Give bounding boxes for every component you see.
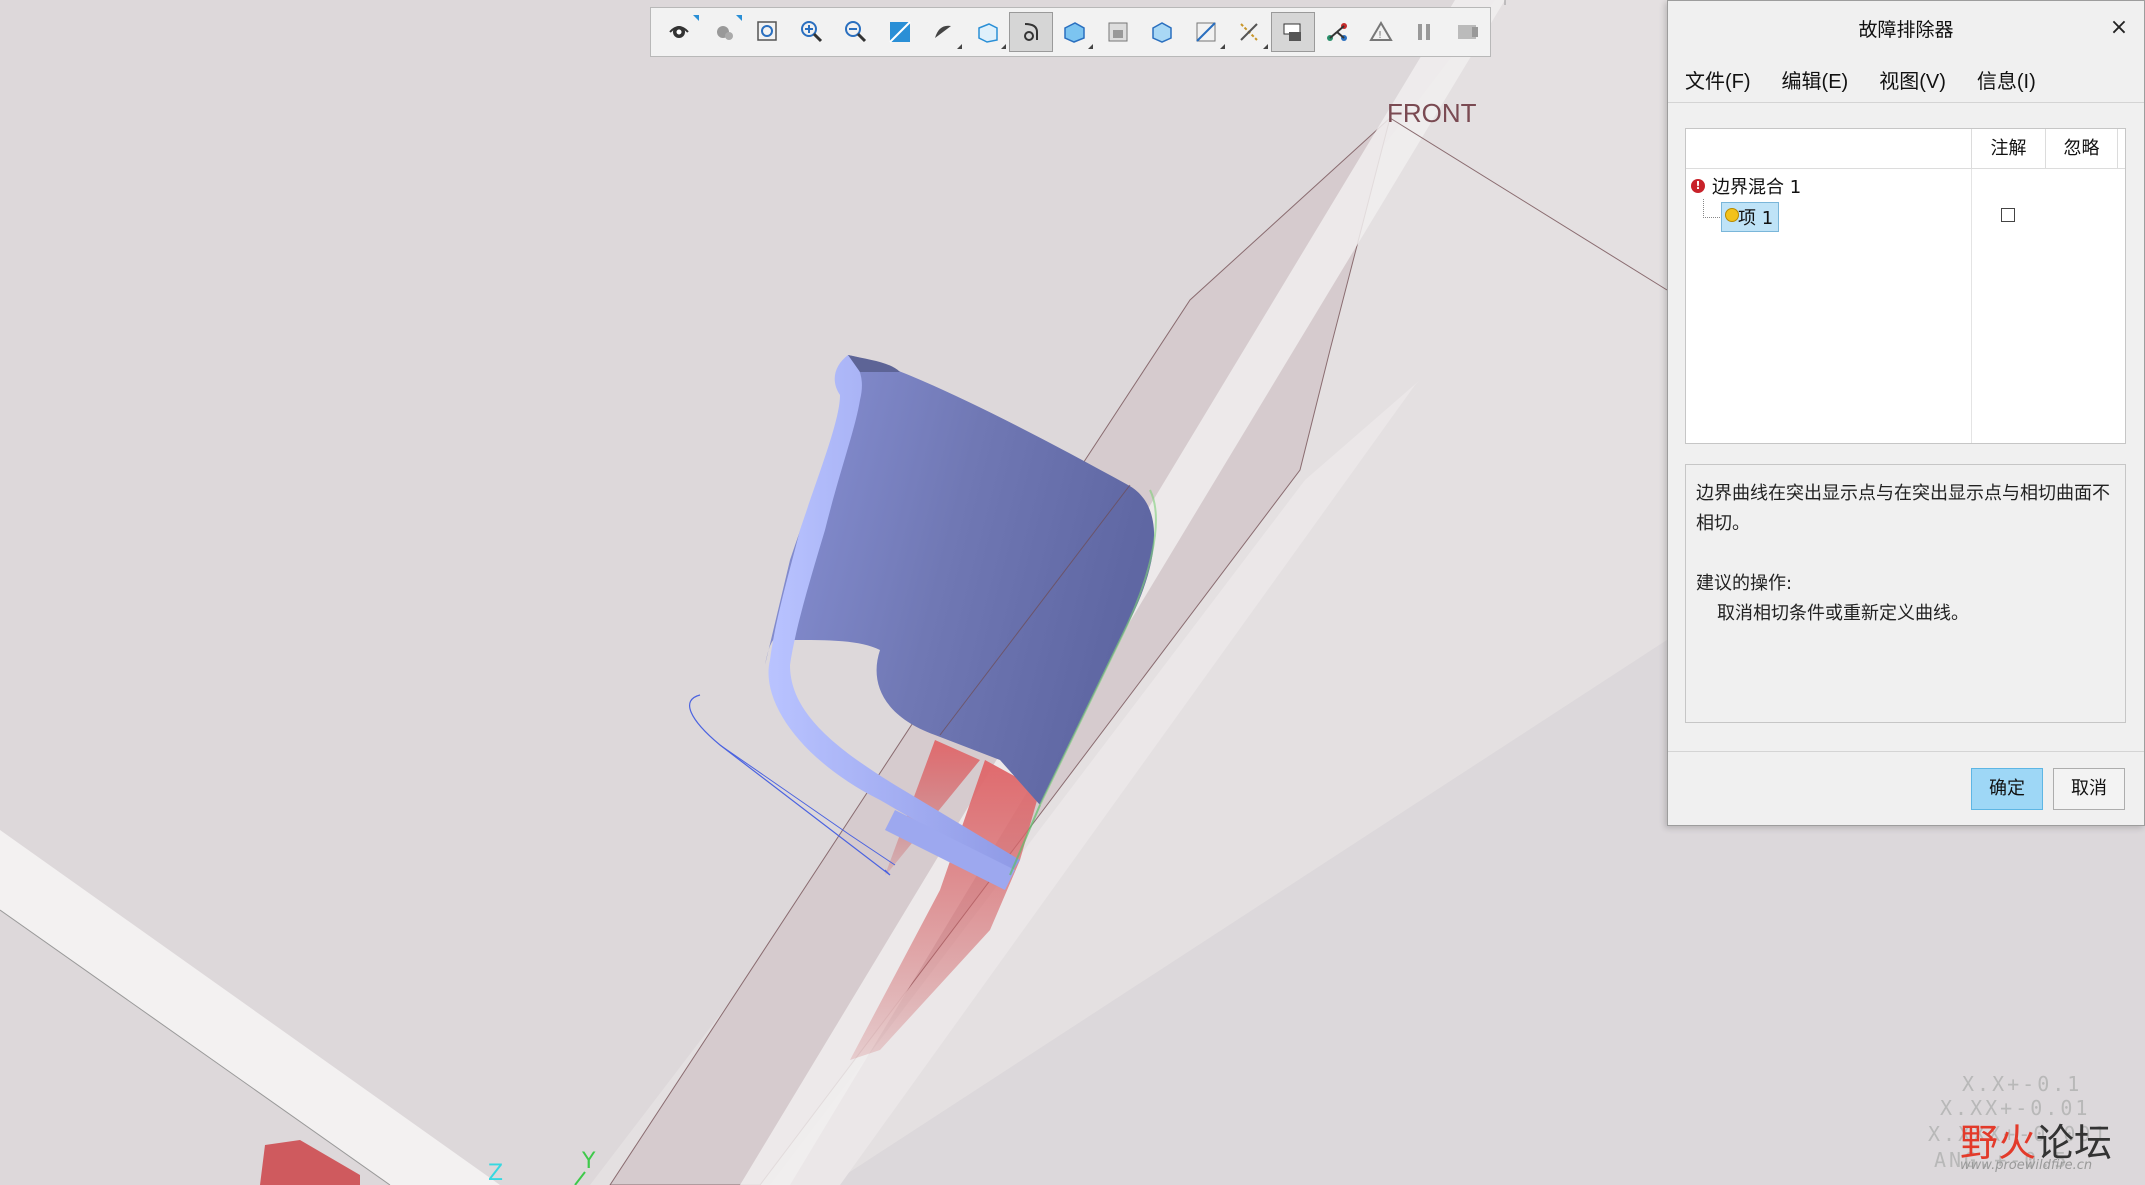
column-ignore[interactable]: 忽略 bbox=[2045, 129, 2117, 169]
zoom-in-icon bbox=[801, 21, 823, 43]
indicator-icon bbox=[692, 15, 699, 21]
display-style-icon bbox=[935, 25, 952, 38]
repaint-button[interactable] bbox=[878, 12, 922, 52]
axis-z-label: Z bbox=[488, 1161, 503, 1185]
refit-icon bbox=[757, 21, 778, 41]
zoom-out-icon bbox=[844, 21, 866, 43]
perspective-button[interactable] bbox=[1053, 12, 1097, 52]
note-checkbox[interactable] bbox=[2001, 208, 2015, 222]
tangent-chain-button[interactable] bbox=[1315, 12, 1359, 52]
section-icon bbox=[1108, 22, 1128, 42]
column-note[interactable]: 注解 bbox=[1971, 129, 2045, 169]
troubleshooter-dialog: 故障排除器 × 文件(F) 编辑(E) 视图(V) 信息(I) 注解 忽略 ! … bbox=[1667, 0, 2145, 826]
axis-y-label: Y bbox=[581, 1149, 596, 1174]
zoom-out-button[interactable] bbox=[834, 12, 878, 52]
column-divider bbox=[1971, 169, 1972, 443]
tree-header: 注解 忽略 bbox=[1686, 129, 2125, 169]
tree-item-label: 项 1 bbox=[1738, 208, 1774, 229]
appearance-icon bbox=[716, 26, 733, 40]
csys-display-icon: ! bbox=[1368, 21, 1393, 41]
csys-display-button[interactable]: ! bbox=[1359, 12, 1403, 52]
suggestion-action: 取消相切条件或重新定义曲线。 bbox=[1717, 603, 1969, 624]
tree-item-boundary-blend[interactable]: ! 边界混合 1 bbox=[1691, 171, 1801, 201]
tree-item-label: 边界混合 1 bbox=[1712, 177, 1802, 198]
cancel-button[interactable]: 取消 bbox=[2053, 768, 2125, 810]
message-panel: 边界曲线在突出显示点与在突出显示点与相切曲面不相切。 建议的操作: 取消相切条件… bbox=[1685, 464, 2126, 723]
menu-edit[interactable]: 编辑(E) bbox=[1782, 65, 1849, 94]
error-icon: ! bbox=[1691, 179, 1705, 193]
menu-file[interactable]: 文件(F) bbox=[1685, 65, 1751, 94]
plane-display-button[interactable] bbox=[1184, 12, 1228, 52]
plane-display-icon bbox=[1195, 22, 1216, 42]
column-end bbox=[2117, 129, 2127, 169]
tree-connector bbox=[1703, 199, 1720, 218]
annotation-display-button[interactable] bbox=[1271, 12, 1316, 52]
annotation-display-icon bbox=[1283, 23, 1302, 41]
saved-view-orient-button[interactable] bbox=[659, 12, 703, 52]
warning-icon bbox=[1725, 208, 1739, 222]
resume-icon bbox=[1458, 25, 1479, 39]
section-button[interactable] bbox=[1096, 12, 1140, 52]
message-description: 边界曲线在突出显示点与在突出显示点与相切曲面不相切。 bbox=[1696, 483, 2110, 534]
saved-view-orient-icon bbox=[669, 26, 689, 38]
menu-view[interactable]: 视图(V) bbox=[1879, 65, 1946, 94]
flyout-icon bbox=[1000, 44, 1006, 49]
front-plane-label: FRONT bbox=[1387, 98, 1477, 128]
flyout-icon bbox=[957, 44, 963, 49]
view-manager-button[interactable] bbox=[1008, 12, 1053, 52]
menu-info[interactable]: 信息(I) bbox=[1977, 65, 2036, 94]
display-style-button[interactable] bbox=[921, 12, 965, 52]
flyout-icon bbox=[1263, 44, 1269, 49]
flyout-icon bbox=[1219, 44, 1225, 49]
tree-item-entry[interactable]: 项 1 bbox=[1721, 202, 1780, 232]
datum-display-button[interactable] bbox=[1228, 12, 1272, 52]
dialog-title: 故障排除器 bbox=[1858, 20, 1954, 41]
zoom-in-button[interactable] bbox=[790, 12, 834, 52]
close-icon[interactable]: × bbox=[2104, 13, 2134, 43]
pause-icon bbox=[1418, 24, 1431, 40]
issue-tree[interactable]: 注解 忽略 ! 边界混合 1 项 1 bbox=[1685, 128, 2126, 444]
repaint-icon bbox=[888, 21, 911, 43]
lower-left-band bbox=[0, 830, 500, 1185]
indicator-icon bbox=[736, 15, 743, 21]
menu-bar: 文件(F) 编辑(E) 视图(V) 信息(I) bbox=[1668, 57, 2144, 103]
view-manager-icon bbox=[1023, 23, 1038, 41]
dialog-footer: 确定 取消 bbox=[1668, 751, 2144, 827]
datum-display-icon bbox=[1240, 23, 1259, 41]
svg-text:!: ! bbox=[1378, 30, 1382, 41]
refit-button[interactable] bbox=[746, 12, 790, 52]
ok-button[interactable]: 确定 bbox=[1971, 768, 2043, 810]
suggestion-title: 建议的操作: bbox=[1696, 573, 1793, 594]
pause-button[interactable] bbox=[1403, 12, 1447, 52]
appearance-button[interactable] bbox=[703, 12, 747, 52]
spin-center-icon bbox=[1152, 22, 1172, 43]
spin-center-button[interactable] bbox=[1140, 12, 1184, 52]
flyout-icon bbox=[1088, 44, 1094, 49]
saved-orientations-icon bbox=[978, 23, 998, 43]
tree-item-selected[interactable]: 项 1 bbox=[1721, 202, 1780, 232]
saved-orientations-button[interactable] bbox=[965, 12, 1009, 52]
tangent-chain-icon bbox=[1326, 23, 1347, 41]
perspective-icon bbox=[1064, 22, 1086, 43]
view-toolbar: ! bbox=[650, 7, 1491, 57]
resume-button[interactable] bbox=[1446, 12, 1490, 52]
